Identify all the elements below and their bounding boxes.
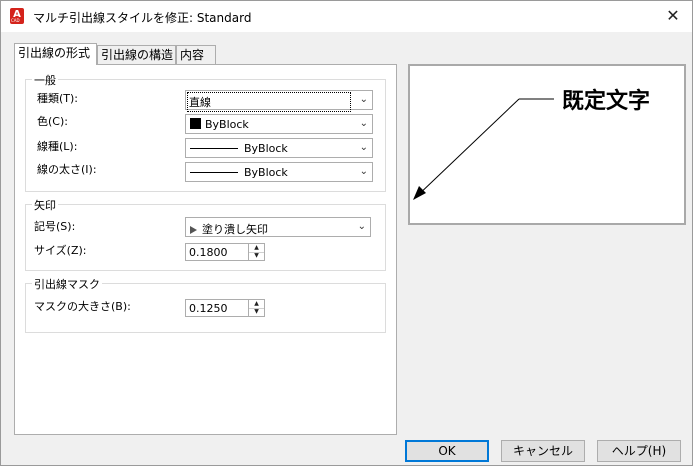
color-select[interactable]: ByBlock ⌄ [185, 114, 373, 134]
arrowhead-size-value: 0.1800 [189, 246, 228, 259]
spin-buttons: ▲ ▼ [248, 300, 264, 316]
arrowhead-size-label: サイズ(Z): [34, 244, 87, 257]
tab-leader-structure[interactable]: 引出線の構造 [97, 45, 176, 64]
leader-preview: 既定文字 [408, 64, 686, 225]
spin-buttons: ▲ ▼ [248, 244, 264, 260]
mask-size-value: 0.1250 [189, 302, 228, 315]
chevron-down-icon: ⌄ [359, 142, 368, 153]
chevron-down-icon: ⌄ [359, 118, 368, 129]
leader-mask-group: 引出線マスク マスクの大きさ(B): 0.1250 ▲ ▼ [25, 276, 386, 333]
leader-line [413, 98, 520, 200]
tab-panel-leader-format: 一般 種類(T): 直線 ⌄ 色(C): ByBlock ⌄ 線種(L): By… [14, 64, 397, 435]
chevron-down-icon: ⌄ [357, 221, 366, 232]
dialog-window: A CAD マルチ引出線スタイルを修正: Standard ✕ 引出線の形式 引出… [0, 0, 693, 466]
linetype-select-display: ByBlock [190, 142, 288, 155]
arrowhead-symbol-value: 塗り潰し矢印 [202, 223, 268, 236]
app-icon-sub: CAD [11, 18, 20, 23]
lineweight-select-display: ByBlock [190, 166, 288, 179]
close-icon[interactable]: ✕ [660, 4, 686, 28]
type-select[interactable]: 直線 ⌄ [185, 90, 373, 112]
lineweight-label: 線の太さ(I): [37, 163, 97, 176]
preview-canvas: 既定文字 [413, 88, 650, 200]
linetype-label: 線種(L): [37, 140, 78, 153]
help-button[interactable]: ヘルプ(H) [597, 440, 681, 462]
cancel-button[interactable]: キャンセル [501, 440, 585, 462]
lineweight-select[interactable]: ByBlock ⌄ [185, 162, 373, 182]
color-select-value: ByBlock [205, 118, 249, 131]
arrowhead-mark [413, 186, 426, 200]
color-swatch [190, 118, 201, 129]
general-group: 一般 種類(T): 直線 ⌄ 色(C): ByBlock ⌄ 線種(L): By… [25, 72, 386, 192]
chevron-down-icon: ⌄ [359, 166, 368, 177]
arrowhead-symbol-label: 記号(S): [34, 220, 76, 233]
arrowhead-size-spinner[interactable]: 0.1800 ▲ ▼ [185, 243, 265, 261]
autocad-app-icon: A CAD [10, 8, 24, 24]
color-select-display: ByBlock [190, 118, 249, 131]
linetype-select-value: ByBlock [244, 142, 288, 155]
lineweight-select-value: ByBlock [244, 166, 288, 179]
general-group-legend: 一般 [32, 72, 58, 88]
linetype-sample [190, 148, 238, 149]
mask-size-label: マスクの大きさ(B): [34, 300, 131, 313]
arrowhead-symbol-select[interactable]: 塗り潰し矢印 ⌄ [185, 217, 371, 237]
chevron-down-icon: ⌄ [359, 94, 368, 105]
type-select-value: 直線 [187, 92, 351, 112]
spin-down-icon[interactable]: ▼ [249, 308, 264, 316]
window-title: マルチ引出線スタイルを修正: Standard [33, 11, 252, 25]
arrowhead-group: 矢印 記号(S): 塗り潰し矢印 ⌄ サイズ(Z): 0.1800 ▲ ▼ [25, 197, 386, 271]
spin-down-icon[interactable]: ▼ [249, 252, 264, 260]
arrowhead-symbol-display: 塗り潰し矢印 [190, 221, 268, 237]
preview-text: 既定文字 [562, 88, 650, 114]
mask-size-spinner[interactable]: 0.1250 ▲ ▼ [185, 299, 265, 317]
filled-arrow-icon [190, 226, 197, 234]
arrowhead-group-legend: 矢印 [32, 197, 58, 213]
leader-mask-group-legend: 引出線マスク [32, 276, 102, 292]
color-label: 色(C): [37, 115, 68, 128]
lineweight-sample [190, 172, 238, 173]
type-label: 種類(T): [37, 92, 79, 105]
title-bar: A CAD マルチ引出線スタイルを修正: Standard ✕ [1, 1, 692, 32]
tab-content[interactable]: 内容 [176, 45, 216, 64]
tab-leader-format[interactable]: 引出線の形式 [14, 43, 97, 65]
linetype-select[interactable]: ByBlock ⌄ [185, 138, 373, 158]
ok-button[interactable]: OK [405, 440, 489, 462]
